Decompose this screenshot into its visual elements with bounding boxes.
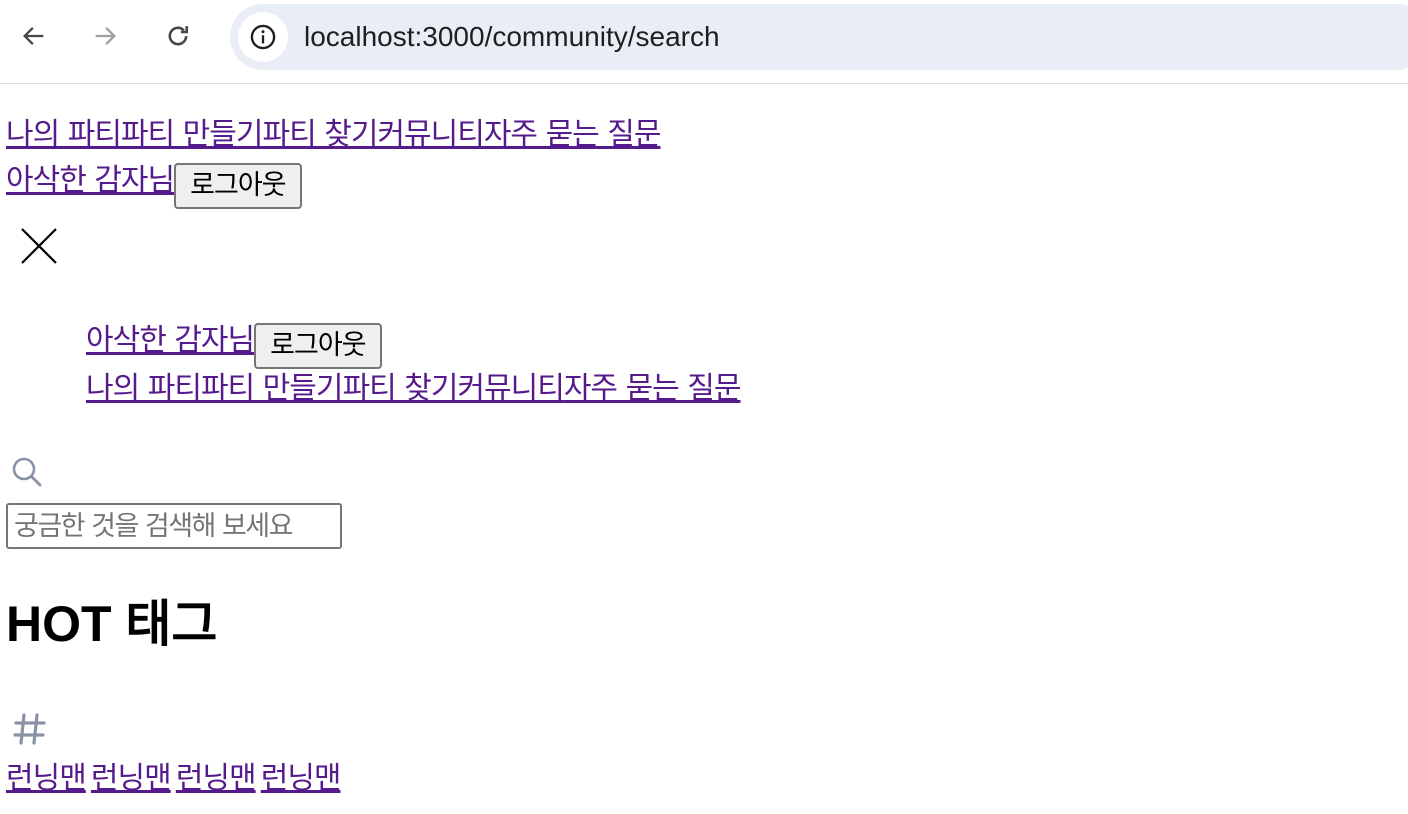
mobile-nav-link-create-party[interactable]: 파티 만들기 — [201, 371, 344, 406]
nav-link-faq[interactable]: 자주 묻는 질문 — [484, 117, 662, 152]
mobile-logout-button[interactable]: 로그아웃 — [254, 323, 382, 369]
mobile-menu-user: 아삭한 감자님 로그아웃 — [86, 319, 382, 369]
hot-tag-link[interactable]: 런닝맨 — [91, 761, 172, 796]
hot-tag-link[interactable]: 런닝맨 — [176, 761, 257, 796]
site-info-button[interactable] — [238, 12, 288, 62]
header-user: 아삭한 감자님 로그아웃 — [6, 159, 302, 209]
header-nav: 나의 파티파티 만들기파티 찾기커뮤니티자주 묻는 질문 — [6, 113, 662, 161]
arrow-right-icon — [95, 27, 116, 45]
info-icon — [250, 24, 276, 50]
nav-link-create-party[interactable]: 파티 만들기 — [121, 117, 264, 152]
mobile-nav-link-community[interactable]: 커뮤니티 — [457, 371, 564, 406]
page-content: 나의 파티파티 만들기파티 찾기커뮤니티자주 묻는 질문 아삭한 감자님 로그아웃… — [0, 85, 1408, 814]
mobile-nav-link-faq[interactable]: 자주 묻는 질문 — [564, 371, 742, 406]
logout-button[interactable]: 로그아웃 — [174, 163, 302, 209]
browser-toolbar: localhost:3000/community/search — [0, 0, 1408, 84]
nav-link-my-party[interactable]: 나의 파티 — [6, 117, 122, 152]
url-text[interactable]: localhost:3000/community/search — [304, 20, 720, 54]
reload-icon — [168, 26, 189, 46]
nav-link-find-party[interactable]: 파티 찾기 — [262, 117, 378, 152]
mobile-user-name-link[interactable]: 아삭한 감자님 — [86, 323, 255, 358]
search-input[interactable] — [6, 503, 342, 549]
hot-tags-title: HOT 태그 — [6, 596, 218, 652]
forward-button[interactable] — [83, 14, 127, 58]
mobile-nav-link-my-party[interactable]: 나의 파티 — [86, 371, 202, 406]
mobile-menu-nav: 나의 파티파티 만들기파티 찾기커뮤니티자주 묻는 질문 — [86, 367, 742, 415]
back-button[interactable] — [12, 14, 56, 58]
nav-link-community[interactable]: 커뮤니티 — [377, 117, 484, 152]
user-name-link[interactable]: 아삭한 감자님 — [6, 163, 175, 198]
reload-button[interactable] — [156, 14, 200, 58]
search-icon — [12, 457, 42, 487]
mobile-nav-link-find-party[interactable]: 파티 찾기 — [342, 371, 458, 406]
hot-tags-list: 런닝맨 런닝맨 런닝맨 런닝맨 — [6, 757, 342, 805]
arrow-left-icon — [23, 27, 44, 45]
hot-tag-link[interactable]: 런닝맨 — [6, 761, 87, 796]
hot-tag-link[interactable]: 런닝맨 — [261, 761, 342, 796]
hash-icon — [13, 713, 46, 745]
address-bar[interactable]: localhost:3000/community/search — [230, 4, 1408, 70]
close-icon[interactable] — [18, 225, 60, 267]
